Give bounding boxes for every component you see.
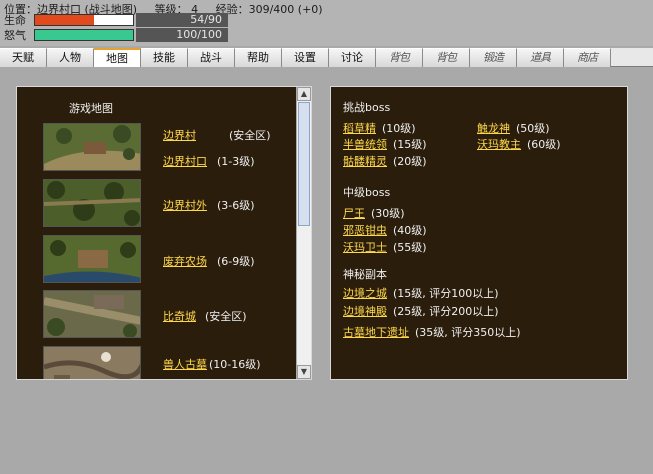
- challenge-panel: 挑战boss 稻草精 (10级) 半兽统领 (15级) 骷髅精灵 (20级) 触龙神 (…: [330, 86, 628, 380]
- tab-character[interactable]: 人物: [47, 48, 94, 67]
- dungeon-requirement: (35级, 评分350以上): [415, 326, 521, 339]
- map-item-abandoned-farm: 废弃农场 (6-9级): [43, 235, 303, 285]
- hp-bar-fill: [35, 15, 94, 25]
- dungeon-link[interactable]: 古墓地下遗址: [343, 326, 409, 339]
- tab-bag2[interactable]: 背包: [423, 48, 470, 67]
- dungeon-requirement: (25级, 评分200以上): [393, 305, 499, 318]
- hp-label: 生命: [4, 14, 26, 27]
- boss-level: (55级): [393, 241, 427, 254]
- main-tabs: 天赋 人物 地图 技能 战斗 帮助 设置 讨论 背包 背包 锻造 道具 商店: [0, 48, 653, 67]
- boss-link[interactable]: 尸王: [343, 207, 365, 220]
- tab-bag[interactable]: 背包: [376, 48, 423, 67]
- boss-level: (60级): [527, 138, 561, 151]
- boss-row: 尸王 (30级): [343, 205, 405, 221]
- map-level-border-village-entrance: (1-3级): [217, 155, 255, 168]
- map-level-bichi-city: (安全区): [205, 310, 247, 323]
- tab-settings[interactable]: 设置: [282, 48, 329, 67]
- boss-row: 邪恶钳虫 (40级): [343, 222, 427, 238]
- tab-skills[interactable]: 技能: [141, 48, 188, 67]
- rage-label: 怒气: [4, 29, 26, 42]
- boss-row: 沃玛教主 (60级): [477, 136, 561, 152]
- boss-level: (50级): [516, 122, 550, 135]
- map-list-scrollbar[interactable]: ▲ ▼: [296, 87, 311, 379]
- boss-row: 半兽统领 (15级): [343, 136, 427, 152]
- map-link-border-village[interactable]: 边界村: [163, 127, 196, 143]
- boss-link[interactable]: 邪恶钳虫: [343, 224, 387, 237]
- secret-dungeon-title: 神秘副本: [343, 268, 387, 281]
- map-link-bichi-city[interactable]: 比奇城: [163, 308, 196, 324]
- boss-row: 稻草精 (10级): [343, 120, 416, 136]
- dungeon-link[interactable]: 边境之城: [343, 287, 387, 300]
- rage-bar-fill: [35, 30, 133, 40]
- map-level-orc-tomb: (10-16级): [209, 358, 261, 371]
- scroll-up-arrow-icon[interactable]: ▲: [297, 87, 311, 101]
- mid-boss-title: 中级boss: [343, 186, 391, 199]
- hp-value: 54/90: [136, 13, 228, 27]
- map-link-border-village-entrance[interactable]: 边界村口: [163, 153, 207, 169]
- tab-discuss[interactable]: 讨论: [329, 48, 376, 67]
- dungeon-row: 古墓地下遗址 (35级, 评分350以上): [343, 324, 521, 340]
- rage-value: 100/100: [136, 28, 228, 42]
- boss-level: (20级): [393, 155, 427, 168]
- rage-bar: [34, 29, 134, 41]
- tab-talent[interactable]: 天赋: [0, 48, 47, 67]
- map-item-bichi-city: 比奇城 (安全区): [43, 290, 303, 340]
- scroll-down-arrow-icon[interactable]: ▼: [297, 365, 311, 379]
- dungeon-link[interactable]: 边境神殿: [343, 305, 387, 318]
- map-thumbnail-abandoned-farm[interactable]: [43, 235, 141, 283]
- dungeon-requirement: (15级, 评分100以上): [393, 287, 499, 300]
- map-item-orc-tomb: 兽人古墓 (10-16级): [43, 346, 303, 379]
- boss-level: (15级): [393, 138, 427, 151]
- boss-link[interactable]: 稻草精: [343, 122, 376, 135]
- boss-link[interactable]: 沃玛教主: [477, 138, 521, 151]
- map-thumbnail-orc-tomb[interactable]: [43, 346, 141, 379]
- map-level-abandoned-farm: (6-9级): [217, 255, 255, 268]
- map-item-border-village-entrance: 边界村口 (1-3级): [43, 149, 303, 169]
- game-map-panel: 游戏地图 边界村 (安全区) 边界村口 (1-3级) 边界村外 (3-6级) 废…: [16, 86, 312, 380]
- exp-text: 经验：309/400 (+0): [215, 3, 323, 16]
- scrollbar-thumb[interactable]: [298, 102, 310, 226]
- tab-items[interactable]: 道具: [517, 48, 564, 67]
- map-level-border-village: (安全区): [229, 129, 271, 142]
- boss-row: 骷髅精灵 (20级): [343, 153, 427, 169]
- challenge-boss-title: 挑战boss: [343, 101, 391, 114]
- hp-row: 生命 54/90: [4, 13, 228, 27]
- boss-row: 沃玛卫士 (55级): [343, 239, 427, 255]
- hp-bar: [34, 14, 134, 26]
- status-bar: 位置：边界村口 (战斗地图) 等级： 4 经验：309/400 (+0) 生命 …: [0, 0, 653, 46]
- boss-level: (40级): [393, 224, 427, 237]
- boss-link[interactable]: 触龙神: [477, 122, 510, 135]
- boss-link[interactable]: 沃玛卫士: [343, 241, 387, 254]
- tab-shop[interactable]: 商店: [564, 48, 611, 67]
- map-thumbnail-bichi-city[interactable]: [43, 290, 141, 338]
- map-thumbnail-outside-village[interactable]: [43, 179, 141, 227]
- dungeon-row: 边境神殿 (25级, 评分200以上): [343, 303, 499, 319]
- map-link-outside-village[interactable]: 边界村外: [163, 197, 207, 213]
- boss-row: 触龙神 (50级): [477, 120, 550, 136]
- boss-link[interactable]: 半兽统领: [343, 138, 387, 151]
- map-level-outside-village: (3-6级): [217, 199, 255, 212]
- map-link-orc-tomb[interactable]: 兽人古墓: [163, 356, 207, 372]
- tab-battle[interactable]: 战斗: [188, 48, 235, 67]
- boss-level: (10级): [382, 122, 416, 135]
- dungeon-row: 边境之城 (15级, 评分100以上): [343, 285, 499, 301]
- game-map-title: 游戏地图: [69, 102, 113, 115]
- tab-map[interactable]: 地图: [94, 48, 141, 67]
- tab-forge[interactable]: 锻造: [470, 48, 517, 67]
- map-item-outside-village: 边界村外 (3-6级): [43, 179, 303, 229]
- boss-level: (30级): [371, 207, 405, 220]
- rage-row: 怒气 100/100: [4, 28, 228, 42]
- map-link-abandoned-farm[interactable]: 废弃农场: [163, 253, 207, 269]
- tab-help[interactable]: 帮助: [235, 48, 282, 67]
- boss-link[interactable]: 骷髅精灵: [343, 155, 387, 168]
